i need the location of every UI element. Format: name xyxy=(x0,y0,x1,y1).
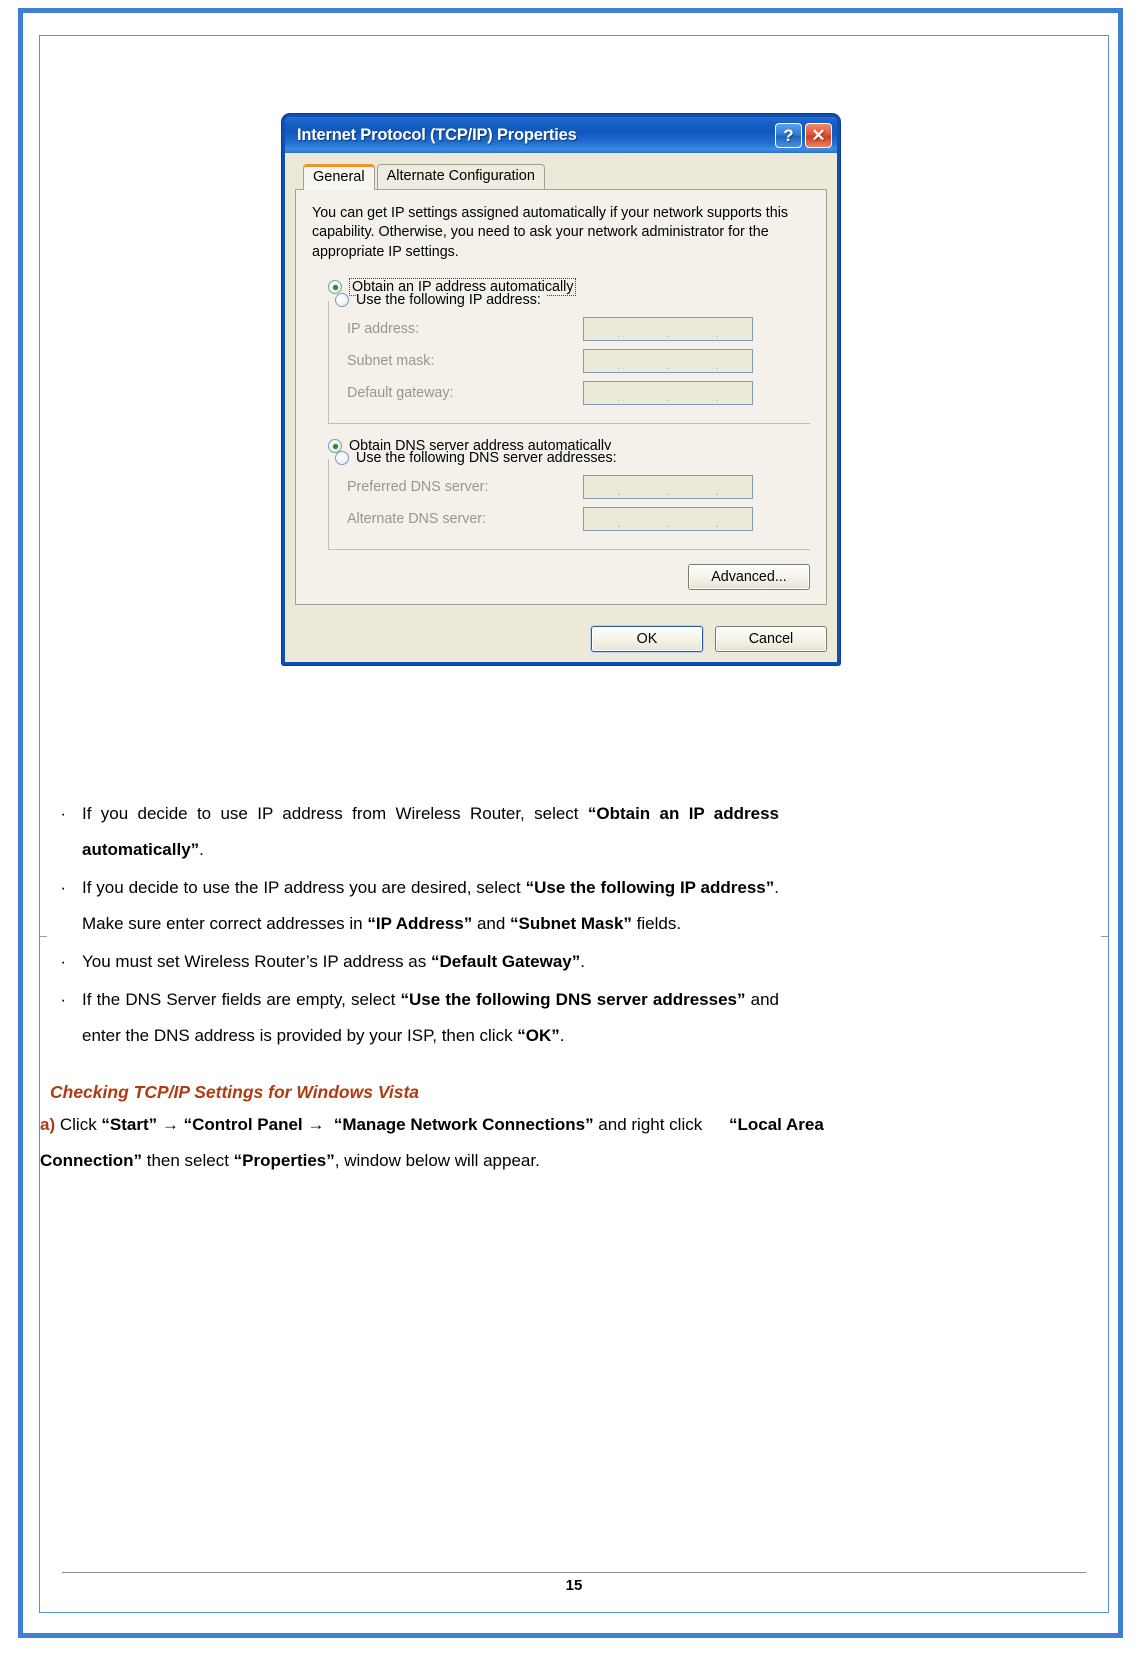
bullet-marker: · xyxy=(60,878,66,897)
field-row-ip-address: IP address: . . . xyxy=(347,316,810,341)
ip-dot: . xyxy=(666,325,670,341)
list-item: · If you decide to use IP address from W… xyxy=(40,796,1108,868)
preferred-dns-label: Preferred DNS server: xyxy=(347,478,489,495)
radio-button-icon[interactable] xyxy=(335,292,349,307)
bullet-marker: · xyxy=(60,990,66,1009)
page-footer: 15 xyxy=(62,1572,1086,1594)
ip-dot: . xyxy=(715,483,720,499)
ip-dot: . xyxy=(715,515,720,531)
step-end: , window below will appear. xyxy=(334,1151,540,1170)
tab-alternate-configuration[interactable]: Alternate Configuration xyxy=(376,164,545,189)
ip-dot: . xyxy=(616,325,621,341)
instructions-section: · If you decide to use IP address from W… xyxy=(40,796,1108,1179)
bullet-marker: · xyxy=(60,804,66,823)
page-body: Internet Protocol (TCP/IP) Properties ? … xyxy=(40,36,1108,1612)
step-mid: then select xyxy=(142,1151,234,1170)
dialog-title: Internet Protocol (TCP/IP) Properties xyxy=(297,125,577,144)
ip-dot: . xyxy=(715,389,720,405)
tcpip-properties-dialog: Internet Protocol (TCP/IP) Properties ? … xyxy=(282,114,840,665)
step-text-post: and right click xyxy=(593,1115,703,1134)
page-number: 15 xyxy=(565,1577,583,1594)
ip-address-label: IP address: xyxy=(347,320,420,337)
ip-dot: . xyxy=(715,325,720,341)
titlebar-buttons: ? ✕ xyxy=(775,122,832,148)
footer-divider xyxy=(62,1572,1086,1573)
preferred-dns-input[interactable]: . . . xyxy=(583,474,753,499)
list-item: · If you decide to use the IP address yo… xyxy=(40,870,1108,942)
field-row-alternate-dns: Alternate DNS server: . . . xyxy=(347,506,810,531)
alternate-dns-input[interactable]: . . . xyxy=(583,506,753,531)
tab-general[interactable]: General xyxy=(303,164,375,190)
bullet-text: If you decide to use the IP address you … xyxy=(82,878,779,933)
step-manage-network: “Manage Network Connections” xyxy=(333,1115,594,1134)
page-border-inner: Internet Protocol (TCP/IP) Properties ? … xyxy=(39,35,1109,1613)
list-item: · You must set Wireless Router’s IP addr… xyxy=(40,944,1108,980)
list-item: · If the DNS Server fields are empty, se… xyxy=(40,982,1108,1054)
tab-panel-general: You can get IP settings assigned automat… xyxy=(295,189,827,605)
ip-dot: . xyxy=(616,483,621,499)
ip-dot: . xyxy=(666,389,670,405)
margin-tick-left xyxy=(40,936,47,937)
advanced-button[interactable]: Advanced... xyxy=(688,563,810,590)
field-row-subnet-mask: Subnet mask: . . . xyxy=(347,348,810,373)
default-gateway-label: Default gateway: xyxy=(347,384,454,401)
ip-dot: . xyxy=(616,515,621,531)
help-icon[interactable]: ? xyxy=(775,122,802,148)
ip-dot: . xyxy=(715,357,720,373)
manual-dns-legend[interactable]: Use the following DNS server addresses: xyxy=(335,449,810,466)
step-properties: “Properties” xyxy=(233,1151,335,1170)
step-text-pre: Click xyxy=(59,1115,102,1134)
step-a: a) Click “Start” → “Control Panel → “Man… xyxy=(40,1107,830,1179)
step-start: “Start” xyxy=(101,1115,158,1134)
step-marker: a) xyxy=(40,1115,56,1134)
field-row-default-gateway: Default gateway: . . . xyxy=(347,380,810,405)
manual-ip-legend[interactable]: Use the following IP address: xyxy=(335,291,810,308)
radio-button-icon[interactable] xyxy=(335,450,349,465)
dialog-footer: OK Cancel xyxy=(285,614,837,662)
ip-dot: . xyxy=(666,357,670,373)
bullet-marker: · xyxy=(60,952,66,971)
close-icon[interactable]: ✕ xyxy=(805,122,832,148)
bullet-text: You must set Wireless Router’s IP addres… xyxy=(82,952,585,971)
dialog-content: General Alternate Configuration You can … xyxy=(285,153,837,615)
ip-dot: . xyxy=(616,389,621,405)
ip-dot: . xyxy=(666,515,670,531)
default-gateway-input[interactable]: . . . xyxy=(583,380,753,405)
advanced-row: Advanced... xyxy=(312,563,810,590)
margin-tick-right xyxy=(1101,936,1108,937)
ip-dot: . xyxy=(666,483,670,499)
radio-use-following-ip-label: Use the following IP address: xyxy=(356,291,547,308)
subnet-mask-label: Subnet mask: xyxy=(347,352,435,369)
radio-use-following-dns-label: Use the following DNS server addresses: xyxy=(356,449,623,466)
field-row-preferred-dns: Preferred DNS server: . . . xyxy=(347,474,810,499)
ip-address-input[interactable]: . . . xyxy=(583,316,753,341)
bullet-list: · If you decide to use IP address from W… xyxy=(40,796,1108,1054)
step-control-panel: “Control Panel → xyxy=(183,1115,325,1134)
section-heading: Checking TCP/IP Settings for Windows Vis… xyxy=(50,1082,420,1102)
settings-description: You can get IP settings assigned automat… xyxy=(312,205,789,260)
ok-button[interactable]: OK xyxy=(590,624,704,653)
manual-dns-group: Use the following DNS server addresses: … xyxy=(328,449,810,550)
bullet-text: If the DNS Server fields are empty, sele… xyxy=(82,990,779,1045)
page-border-outer: Internet Protocol (TCP/IP) Properties ? … xyxy=(18,8,1123,1638)
bullet-text: If you decide to use IP address from Wir… xyxy=(82,804,779,859)
arrow-icon: → xyxy=(161,1115,179,1134)
alternate-dns-label: Alternate DNS server: xyxy=(347,510,487,527)
tab-strip: General Alternate Configuration xyxy=(295,162,827,190)
subnet-mask-input[interactable]: . . . xyxy=(583,348,753,373)
dialog-titlebar[interactable]: Internet Protocol (TCP/IP) Properties ? … xyxy=(285,117,837,153)
cancel-button[interactable]: Cancel xyxy=(715,625,827,652)
ip-dot: . xyxy=(616,357,621,373)
manual-ip-group: Use the following IP address: IP address… xyxy=(328,291,810,424)
